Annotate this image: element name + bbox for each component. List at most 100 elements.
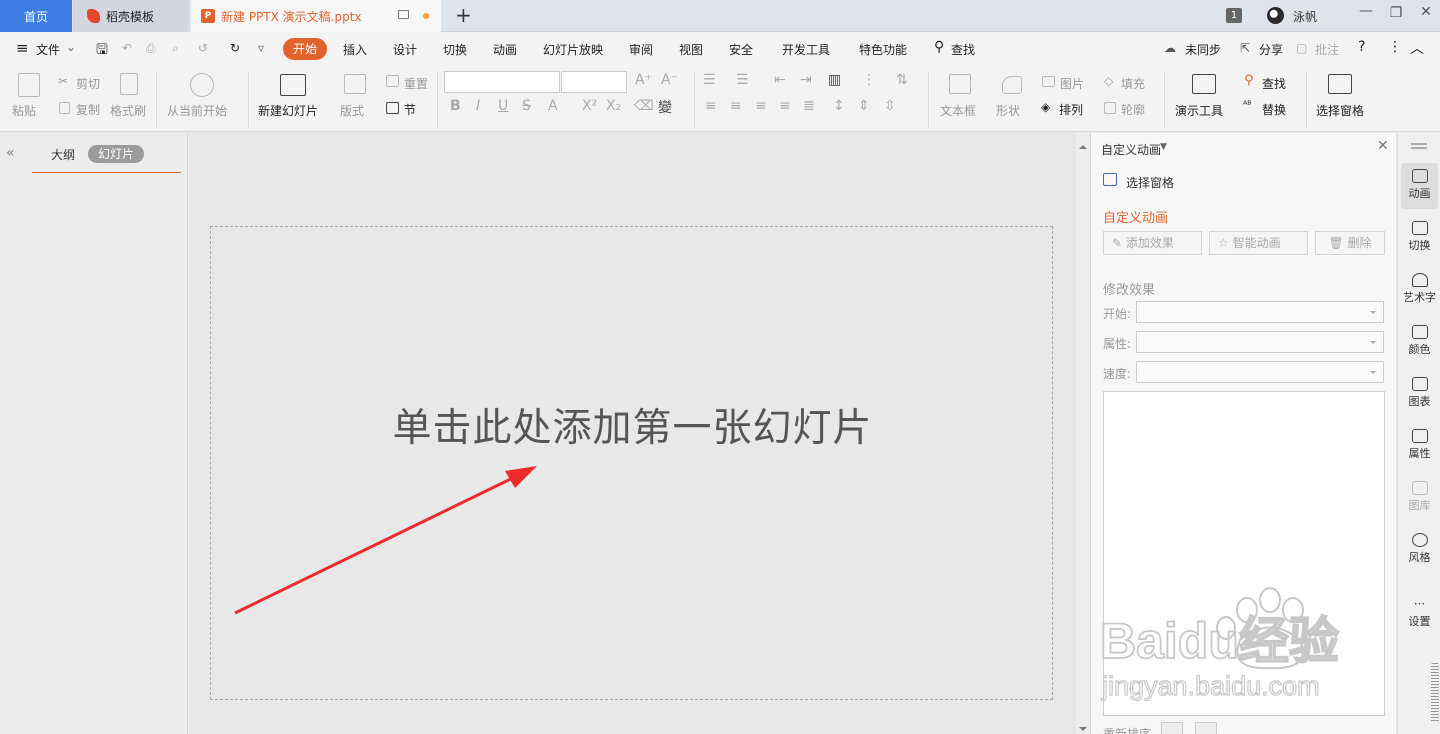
shape-button[interactable]: 形状 [996, 102, 1020, 119]
align-right-icon[interactable]: ≡ [755, 98, 767, 114]
find-button[interactable]: 查找 [1262, 75, 1286, 92]
tab-home[interactable]: 首页 [0, 0, 72, 32]
start-select[interactable] [1136, 301, 1384, 323]
close-icon[interactable]: ✕ [1416, 4, 1436, 20]
copy-icon[interactable] [59, 102, 70, 114]
sidebar-item-gallery[interactable]: 图库 [1401, 475, 1438, 521]
sync-status[interactable]: 未同步 [1185, 41, 1221, 58]
monitor-icon[interactable] [398, 10, 409, 19]
tab-templates[interactable]: 稻壳模板 [73, 0, 189, 32]
paste-icon[interactable] [18, 73, 40, 97]
undo-history-icon[interactable]: ↶ [122, 41, 132, 55]
more-icon[interactable]: ⋮ [1388, 39, 1402, 55]
sidebar-resize-handle[interactable] [1431, 663, 1439, 723]
strikethrough-icon[interactable]: S [522, 98, 531, 114]
undo-icon[interactable]: ↺ [198, 41, 208, 55]
restore-icon[interactable]: ❐ [1386, 5, 1406, 21]
present-tools-button[interactable]: 演示工具 [1175, 102, 1223, 119]
layers-icon[interactable]: ◈ [1041, 100, 1050, 114]
outline-button[interactable]: 轮廓 [1121, 101, 1145, 118]
sidebar-item-transition[interactable]: 切换 [1401, 215, 1438, 261]
print-icon[interactable]: ⎙ [146, 41, 156, 56]
avatar[interactable] [1267, 7, 1284, 24]
section-button[interactable]: 节 [404, 101, 416, 118]
move-up-button[interactable] [1161, 722, 1183, 734]
align-center-icon[interactable]: ≡ [730, 98, 742, 114]
new-slide-icon[interactable] [280, 74, 306, 96]
collapse-panel-icon[interactable]: « [6, 145, 15, 161]
replace-icon[interactable]: ᴬᴮ [1243, 100, 1252, 111]
replace-button[interactable]: 替换 [1262, 101, 1286, 118]
reset-button[interactable]: 重置 [404, 75, 428, 92]
username[interactable]: 泳帆 [1293, 8, 1317, 25]
find-icon[interactable]: ⚲ [1244, 73, 1254, 88]
section-icon[interactable] [386, 102, 399, 114]
sidebar-item-style[interactable]: 风格 [1401, 527, 1438, 573]
columns-icon[interactable]: ▥ [828, 72, 841, 88]
share-button[interactable]: 分享 [1259, 41, 1283, 58]
sidebar-item-settings[interactable]: ··· 设置 [1401, 591, 1438, 637]
line-spacing-icon[interactable]: ⋮ [862, 72, 876, 88]
pane-header[interactable]: 自定义动画 [1101, 141, 1161, 158]
menu-developer[interactable]: 开发工具 [782, 41, 830, 58]
format-painter-button[interactable]: 格式刷 [110, 102, 146, 119]
play-icon[interactable] [190, 73, 214, 97]
menu-search[interactable]: 查找 [951, 41, 975, 58]
shape-icon[interactable] [1002, 76, 1022, 94]
window-count-badge[interactable]: 1 [1226, 8, 1242, 23]
vertical-align-icon[interactable]: ⇕ [858, 98, 870, 114]
fill-button[interactable]: 填充 [1121, 75, 1145, 92]
bullets-icon[interactable]: ☰ [703, 72, 716, 88]
present-tools-icon[interactable] [1192, 74, 1216, 94]
save-icon[interactable]: 🖫 [96, 39, 108, 63]
outline-icon[interactable] [1104, 102, 1116, 114]
textbox-button[interactable]: 文本框 [940, 102, 976, 119]
collapse-ribbon-icon[interactable]: ︿ [1410, 38, 1424, 58]
help-icon[interactable]: ? [1358, 39, 1365, 55]
paste-button[interactable]: 粘贴 [12, 102, 36, 119]
layout-button[interactable]: 版式 [340, 102, 364, 119]
underline-icon[interactable]: U [498, 98, 508, 114]
superscript-icon[interactable]: X² [582, 98, 597, 114]
new-slide-button[interactable]: 新建幻灯片 [258, 102, 318, 119]
sidebar-item-animation[interactable]: 动画 [1401, 163, 1438, 209]
close-pane-icon[interactable]: ✕ [1377, 138, 1389, 154]
pane-dropdown-icon[interactable]: ▼ [1160, 142, 1167, 152]
minimize-icon[interactable]: — [1356, 3, 1376, 19]
new-tab-button[interactable]: + [455, 5, 472, 25]
menu-transition[interactable]: 切换 [443, 41, 467, 58]
slide-prompt-text[interactable]: 单击此处添加第一张幻灯片 [211, 397, 1054, 453]
tab-slides[interactable]: 幻灯片 [88, 145, 144, 163]
menu-start[interactable]: 开始 [283, 38, 327, 60]
fill-icon[interactable]: ◇ [1104, 74, 1113, 88]
from-current-button[interactable]: 从当前开始 [167, 102, 227, 119]
arrange-button[interactable]: 排列 [1059, 101, 1083, 118]
chevron-down-icon[interactable]: ⌄ [66, 40, 76, 54]
scroll-up-icon[interactable] [1079, 141, 1087, 149]
selection-pane-link[interactable]: 选择窗格 [1126, 174, 1174, 191]
picture-button[interactable]: 图片 [1060, 75, 1084, 92]
menu-slideshow[interactable]: 幻灯片放映 [543, 41, 603, 58]
drag-handle-icon[interactable] [1411, 143, 1427, 145]
animation-effect-list[interactable] [1103, 391, 1385, 716]
textbox-icon[interactable] [949, 74, 971, 94]
menu-review[interactable]: 审阅 [629, 41, 653, 58]
search-icon[interactable]: ⚲ [934, 39, 944, 55]
sidebar-item-color[interactable]: 颜色 [1401, 319, 1438, 365]
move-down-button[interactable] [1195, 722, 1217, 734]
menu-animation[interactable]: 动画 [493, 41, 517, 58]
scissors-icon[interactable]: ✂ [58, 74, 68, 88]
indent-decrease-icon[interactable]: ⇤ [774, 72, 786, 88]
speed-select[interactable] [1136, 361, 1384, 383]
redo-icon[interactable]: ↻ [230, 41, 240, 55]
comment-button[interactable]: 批注 [1315, 41, 1339, 58]
menu-design[interactable]: 设计 [393, 41, 417, 58]
menu-view[interactable]: 视图 [679, 41, 703, 58]
justify-icon[interactable]: ≡ [779, 98, 791, 114]
indent-increase-icon[interactable]: ⇥ [800, 72, 812, 88]
menu-features[interactable]: 特色功能 [859, 41, 907, 58]
format-painter-icon[interactable] [120, 73, 138, 95]
sidebar-item-wordart[interactable]: 艺术字 [1401, 267, 1438, 313]
subscript-icon[interactable]: X₂ [606, 98, 621, 114]
font-name-select[interactable] [444, 71, 560, 93]
